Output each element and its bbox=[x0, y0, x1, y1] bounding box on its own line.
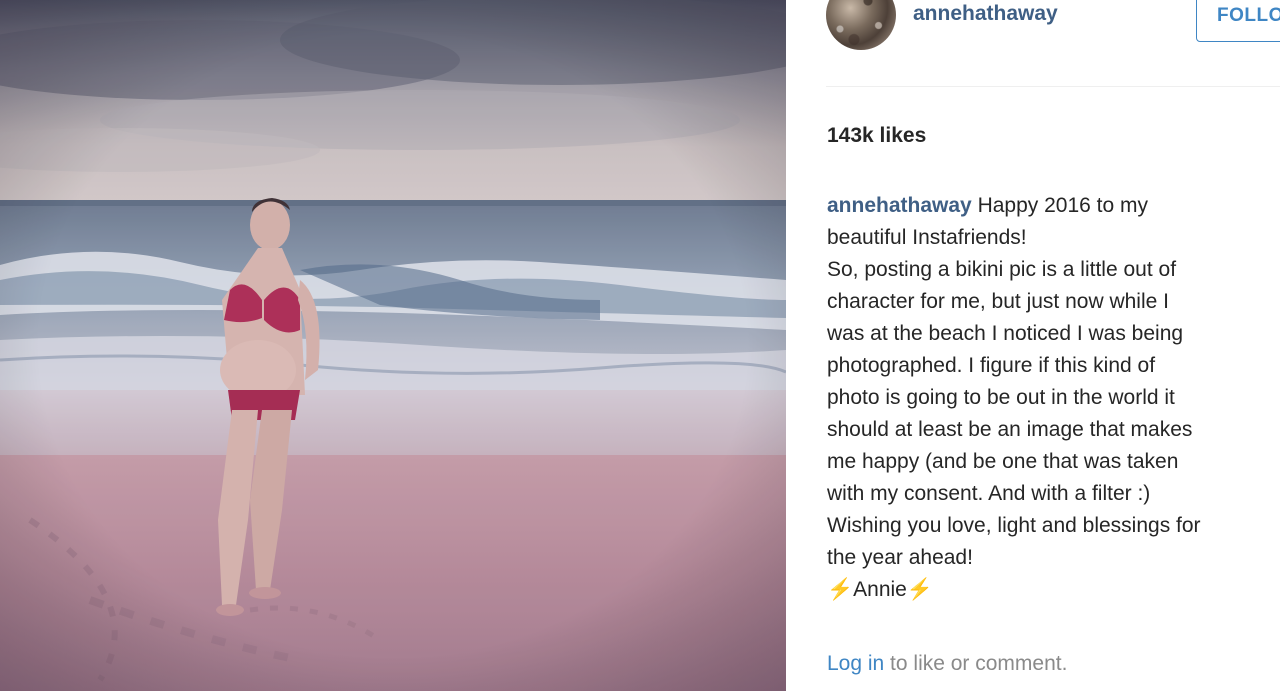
caption-text: Happy 2016 to my bbox=[977, 194, 1148, 217]
caption-line: Wishing you love, light and blessings fo… bbox=[827, 514, 1201, 537]
login-suffix: to like or comment. bbox=[884, 652, 1068, 675]
post-sidebar: annehathaway FOLLOW 143k likes annehatha… bbox=[786, 0, 1280, 691]
login-link[interactable]: Log in bbox=[827, 652, 884, 675]
post-photo[interactable] bbox=[0, 0, 786, 691]
username-link[interactable]: annehathaway bbox=[913, 2, 1058, 26]
follow-button[interactable]: FOLLOW bbox=[1196, 0, 1280, 42]
profile-avatar[interactable] bbox=[826, 0, 896, 50]
caption-line: So, posting a bikini pic is a little out… bbox=[827, 258, 1177, 281]
header-divider bbox=[826, 86, 1280, 87]
login-prompt: Log in to like or comment. bbox=[827, 652, 1067, 676]
caption-line: beautiful Instafriends! bbox=[827, 226, 1027, 249]
caption-line: was at the beach I noticed I was being bbox=[827, 322, 1184, 345]
caption-line: character for me, but just now while I bbox=[827, 290, 1169, 313]
caption-line: photographed. I figure if this kind of bbox=[827, 354, 1156, 377]
caption-line: annehathaway Happy 2016 to my bbox=[827, 190, 1280, 222]
caption-line: the year ahead! bbox=[827, 546, 973, 569]
caption-line: should at least be an image that makes bbox=[827, 418, 1193, 441]
caption-line: photo is going to be out in the world it bbox=[827, 386, 1175, 409]
caption-author-link[interactable]: annehathaway bbox=[827, 194, 972, 217]
beach-photo-image bbox=[0, 0, 786, 691]
caption-line: with my consent. And with a filter :) bbox=[827, 482, 1151, 505]
post-caption: annehathaway Happy 2016 to my beautiful … bbox=[827, 190, 1280, 606]
caption-line: me happy (and be one that was taken bbox=[827, 450, 1179, 473]
caption-line: ⚡️Annie⚡️ bbox=[827, 578, 934, 601]
likes-count: 143k likes bbox=[827, 124, 927, 147]
